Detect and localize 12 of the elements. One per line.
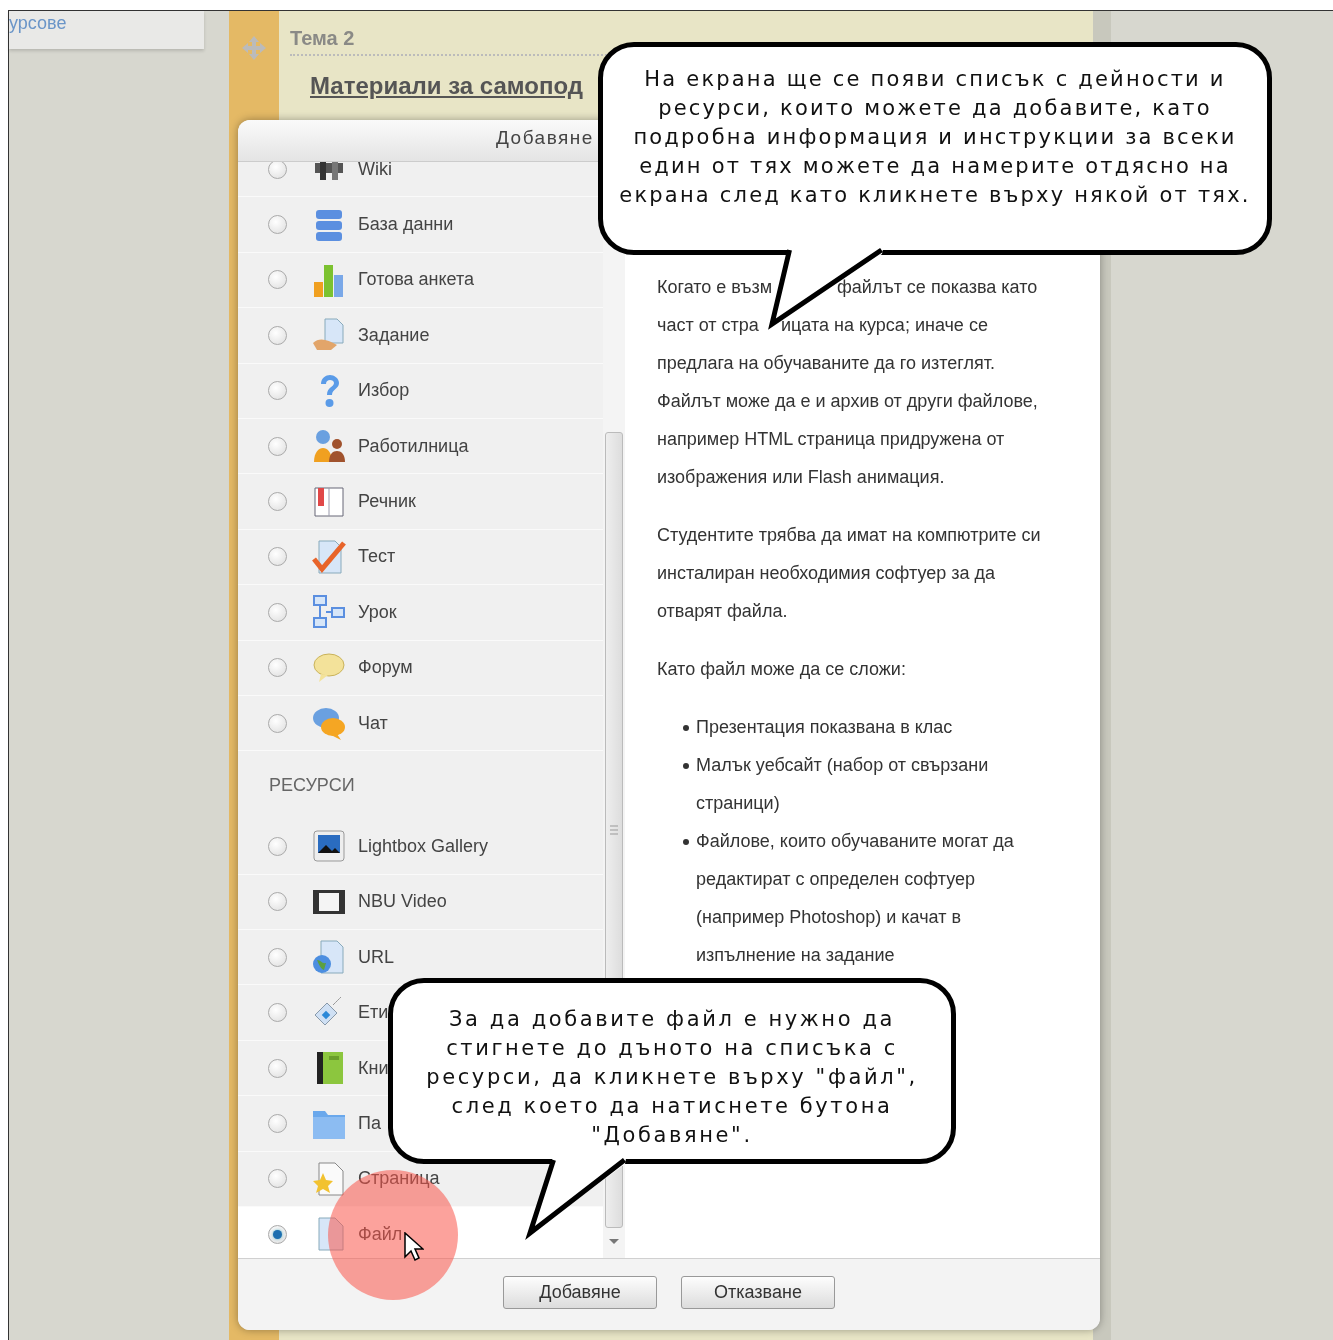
description-paragraph: Студентите трябва да имат на компютрите си инсталиран необходимия софтуер за да отварят файла. xyxy=(657,524,1042,623)
section-label: РЕСУРСИ xyxy=(269,775,355,796)
list-item-text: Презентация показвана в клас xyxy=(696,716,953,739)
description-paragraph: Като файл може да се сложи: xyxy=(657,658,907,681)
description-text: част от стра xyxy=(657,315,759,335)
description-text: файлът се показва като xyxy=(837,276,1038,299)
list-item-text: Файлове, които обучаваните могат да редактират с определен софтуер (например Photoshop) и качат в изпълнение на задание xyxy=(696,830,1014,967)
description-paragraph: предлага на обучаваните да го изтеглят. Файлът може да е и архив от други файлове, например HTML страница придружена от изображения или Flash анимация. xyxy=(657,352,1039,489)
description-text: Когато е възм xyxy=(657,277,773,297)
dialog-title: Добавяне xyxy=(496,127,594,148)
list-item-text: Малък уебсайт (набор от свързани страници) xyxy=(696,754,989,815)
description-text: ицата на курса; иначе се xyxy=(781,314,988,337)
